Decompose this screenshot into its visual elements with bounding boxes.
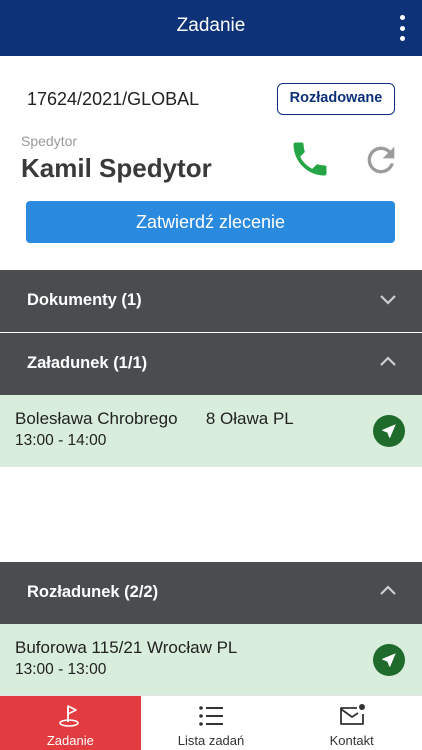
section-title: Rozładunek (2/2) (27, 583, 159, 601)
unloading-stop-row[interactable]: Buforowa 115/21 Wrocław PL 13:00 - 13:00 (0, 624, 422, 696)
status-badge: Rozładowane (277, 83, 395, 115)
stop-address: Bolesława Chrobrego 8 Oława PL (15, 409, 294, 428)
more-vert-icon[interactable] (396, 15, 408, 41)
chevron-up-icon (380, 585, 396, 595)
nav-label: Zadanie (46, 733, 94, 748)
order-number: 17624/2021/GLOBAL (27, 89, 200, 109)
nav-label: Lista zadań (177, 733, 245, 748)
nav-label: Kontakt (329, 733, 374, 748)
nav-item-task[interactable]: Zadanie (0, 696, 141, 750)
chevron-up-icon (380, 356, 396, 366)
navigation-icon[interactable] (373, 415, 405, 447)
navigation-icon[interactable] (373, 644, 405, 676)
loading-stop-row[interactable]: Bolesława Chrobrego 8 Oława PL 13:00 - 1… (0, 395, 422, 467)
bottom-nav: Zadanie Lista zadań Kontakt (0, 695, 422, 750)
section-documents-header[interactable]: Dokumenty (1) (0, 270, 422, 332)
flag-icon (59, 705, 80, 727)
section-title: Załadunek (1/1) (27, 354, 148, 372)
list-icon (199, 706, 223, 726)
section-unloading-header[interactable]: Rozładunek (2/2) (0, 562, 422, 624)
nav-item-task-list[interactable]: Lista zadań (141, 696, 282, 750)
chevron-down-icon (380, 295, 396, 305)
forwarder-name: Kamil Spedytor (21, 153, 212, 183)
nav-item-contact[interactable]: Kontakt (281, 696, 422, 750)
refresh-icon[interactable] (360, 140, 402, 180)
section-title: Dokumenty (1) (27, 291, 142, 309)
stop-time: 13:00 - 14:00 (15, 432, 107, 449)
confirm-order-button[interactable]: Zatwierdź zlecenie (26, 201, 395, 243)
stop-address: Buforowa 115/21 Wrocław PL (15, 638, 238, 657)
app-bar: Zadanie (0, 0, 422, 56)
stop-time: 13:00 - 13:00 (15, 661, 107, 678)
phone-icon[interactable] (288, 137, 332, 181)
mail-icon (339, 704, 365, 725)
page-title: Zadanie (176, 15, 246, 36)
section-loading-header[interactable]: Załadunek (1/1) (0, 333, 422, 395)
forwarder-label: Spedytor (21, 133, 78, 149)
